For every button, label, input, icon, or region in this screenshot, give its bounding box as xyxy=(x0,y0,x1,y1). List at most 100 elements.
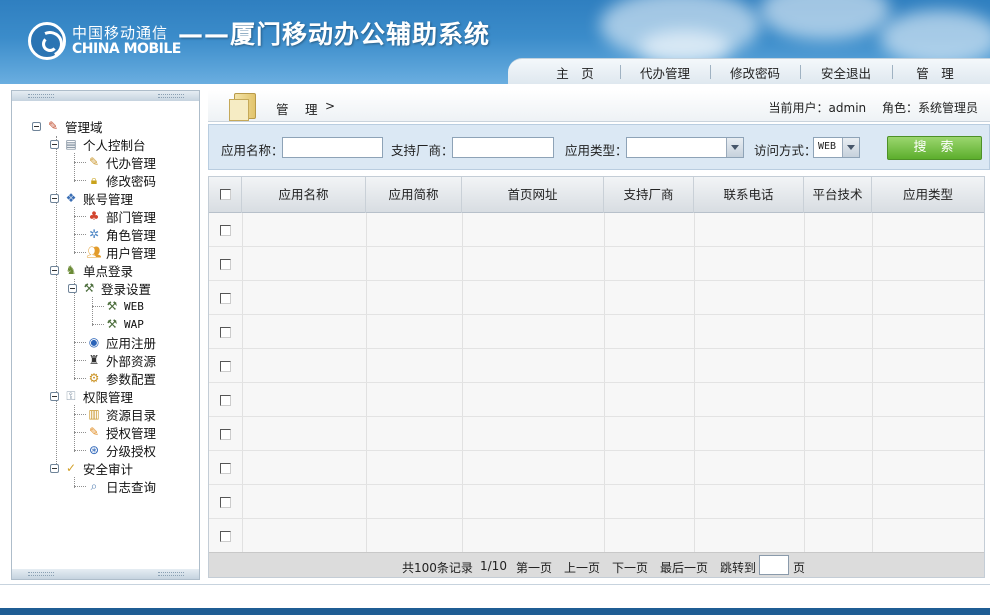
nav-home[interactable]: 主 页 xyxy=(530,59,620,84)
role-icon: ✲ xyxy=(88,227,100,241)
last-page-link[interactable]: 最后一页 xyxy=(660,559,708,576)
table-row[interactable] xyxy=(209,247,984,281)
console-icon: ▤ xyxy=(65,137,77,151)
chevron-down-icon[interactable] xyxy=(842,138,859,157)
table-row[interactable] xyxy=(209,485,984,519)
user-role: 角色：系统管理员 xyxy=(881,101,978,115)
table-row[interactable] xyxy=(209,383,984,417)
page-indicator: 1/10 xyxy=(480,559,507,573)
tree-node-external-resources[interactable]: ♜ 外部资源 xyxy=(86,351,156,369)
table-row[interactable] xyxy=(209,315,984,349)
tree-node-permission-management[interactable]: ⚿ 权限管理 xyxy=(50,387,133,405)
vendor-label: 支持厂商： xyxy=(391,143,454,158)
search-button[interactable]: 搜索 xyxy=(887,136,982,160)
sso-icon: ♞ xyxy=(65,263,77,277)
tree-node-todo-management[interactable]: ✎ 代办管理 xyxy=(86,153,156,171)
nav-change-password[interactable]: 修改密码 xyxy=(710,59,800,84)
column-header[interactable]: 应用名称 xyxy=(242,177,366,213)
tree-node-log-search[interactable]: ⌕ 日志查询 xyxy=(86,477,156,495)
row-checkbox[interactable] xyxy=(220,429,231,440)
access-method-select[interactable]: WEB xyxy=(813,137,860,158)
logo-chinese-text: 中国移动通信 xyxy=(72,24,169,42)
collapse-icon[interactable] xyxy=(50,391,59,401)
row-checkbox[interactable] xyxy=(220,361,231,372)
tree-node-web[interactable]: ⚒ WEB xyxy=(104,297,144,315)
row-checkbox[interactable] xyxy=(220,497,231,508)
column-header[interactable]: 平台技术 xyxy=(804,177,872,213)
tree-node-login-settings[interactable]: ⚒ 登录设置 xyxy=(68,279,151,297)
main-content: 管 理 > 当前用户：admin 角色：系统管理员 应用名称： 支持厂商： 应用… xyxy=(208,90,990,580)
table-row[interactable] xyxy=(209,213,984,247)
table-row[interactable] xyxy=(209,451,984,485)
tree-node-security-audit[interactable]: ✓ 安全审计 xyxy=(50,459,133,477)
row-checkbox[interactable] xyxy=(220,395,231,406)
row-checkbox[interactable] xyxy=(220,327,231,338)
nav-logout[interactable]: 安全退出 xyxy=(800,59,892,84)
column-header[interactable]: 首页网址 xyxy=(462,177,604,213)
login-settings-icon: ⚒ xyxy=(83,281,95,295)
parameter-config-icon: ⚙ xyxy=(88,371,100,385)
tree-node-single-sign-on[interactable]: ♞ 单点登录 xyxy=(50,261,133,279)
column-header[interactable]: 支持厂商 xyxy=(604,177,694,213)
tree-node-personal-console[interactable]: ▤ 个人控制台 xyxy=(50,135,146,153)
table-header: 应用名称 应用简称 首页网址 支持厂商 联系电话 平台技术 应用类型 xyxy=(209,177,984,213)
app-type-label: 应用类型： xyxy=(565,143,628,158)
table-row[interactable] xyxy=(209,519,984,553)
table-row[interactable] xyxy=(209,349,984,383)
chevron-down-icon[interactable] xyxy=(726,138,743,157)
user-info: 当前用户：admin 角色：系统管理员 xyxy=(766,99,978,116)
tree-node-role-management[interactable]: ✲ 角色管理 xyxy=(86,225,156,243)
tree-node-app-registration[interactable]: ◉ 应用注册 xyxy=(86,333,156,351)
tree-node-admin-domain[interactable]: ✎ 管理域 xyxy=(32,117,103,135)
nav-todo-management[interactable]: 代办管理 xyxy=(620,59,710,84)
log-search-icon: ⌕ xyxy=(90,479,98,493)
row-checkbox[interactable] xyxy=(220,531,231,542)
tree-node-parameter-config[interactable]: ⚙ 参数配置 xyxy=(86,369,156,387)
collapse-icon[interactable] xyxy=(50,463,59,473)
app-name-input[interactable] xyxy=(282,137,383,158)
search-form: 应用名称： 支持厂商： 应用类型： 访问方式： WEB 搜索 xyxy=(208,124,990,170)
row-checkbox[interactable] xyxy=(220,293,231,304)
breadcrumb[interactable]: 管 理 xyxy=(276,99,320,118)
tree-node-authorization-management[interactable]: ✎ 授权管理 xyxy=(86,423,156,441)
vendor-input[interactable] xyxy=(452,137,554,158)
collapse-icon[interactable] xyxy=(50,139,59,149)
select-all-checkbox[interactable] xyxy=(220,189,231,200)
nav-management[interactable]: 管 理 xyxy=(892,59,978,84)
jump-page-input[interactable] xyxy=(759,555,789,575)
chevron-right-icon: > xyxy=(325,99,336,113)
top-navigation: 主 页 代办管理 修改密码 安全退出 管 理 xyxy=(508,58,990,84)
column-header[interactable]: 应用简称 xyxy=(366,177,462,213)
page-unit-label: 页 xyxy=(793,561,806,575)
table-row[interactable] xyxy=(209,281,984,315)
row-checkbox[interactable] xyxy=(220,259,231,270)
column-header[interactable]: 联系电话 xyxy=(694,177,804,213)
web-icon: ⚒ xyxy=(106,299,118,313)
app-type-select[interactable] xyxy=(626,137,744,158)
prev-page-link[interactable]: 上一页 xyxy=(564,559,600,576)
tree-node-department-management[interactable]: ♣ 部门管理 xyxy=(86,207,156,225)
column-header[interactable]: 应用类型 xyxy=(872,177,984,213)
tree-node-hierarchical-authorization[interactable]: ⊛ 分级授权 xyxy=(86,441,156,459)
tree-node-account-management[interactable]: ❖ 账号管理 xyxy=(50,189,133,207)
tree-node-change-password[interactable]: 🔒︎ 修改密码 xyxy=(86,171,156,189)
collapse-icon[interactable] xyxy=(50,265,59,275)
collapse-icon[interactable] xyxy=(68,283,77,293)
resource-directory-icon: ▥ xyxy=(88,407,100,421)
table-row[interactable] xyxy=(209,417,984,451)
first-page-link[interactable]: 第一页 xyxy=(516,559,552,576)
footer-bar xyxy=(0,608,990,615)
china-mobile-logo-icon xyxy=(28,22,66,60)
row-checkbox[interactable] xyxy=(220,463,231,474)
tree-node-resource-directory[interactable]: ▥ 资源目录 xyxy=(86,405,156,423)
pagination-bar: 共100条记录 1/10 第一页 上一页 下一页 最后一页 跳转到 页 xyxy=(209,552,984,577)
wap-icon: ⚒ xyxy=(106,317,118,331)
tree-node-wap[interactable]: ⚒ WAP xyxy=(104,315,144,333)
navigation-tree: ✎ 管理域 ▤ 个人控制台 ✎ 代办管理 🔒︎ 修改密码 ❖ 账号管理 ♣ 部门… xyxy=(12,91,199,561)
row-checkbox[interactable] xyxy=(220,225,231,236)
users-icon: 👥︎ xyxy=(86,245,102,259)
collapse-icon[interactable] xyxy=(32,121,41,131)
tree-node-user-management[interactable]: 👥︎ 用户管理 xyxy=(86,243,156,261)
next-page-link[interactable]: 下一页 xyxy=(612,559,648,576)
collapse-icon[interactable] xyxy=(50,193,59,203)
